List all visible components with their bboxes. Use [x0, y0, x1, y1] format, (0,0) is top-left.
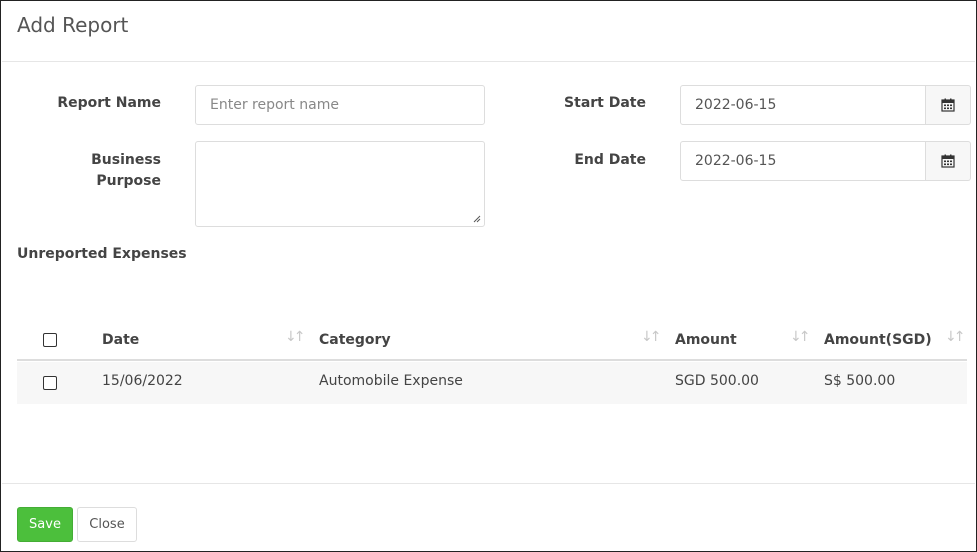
- column-header-date[interactable]: Date: [102, 332, 139, 348]
- calendar-icon: [941, 154, 955, 168]
- row-date: 15/06/2022: [102, 373, 183, 389]
- select-all-checkbox[interactable]: [43, 333, 57, 347]
- add-report-dialog: Add Report Report Name Enter report name…: [0, 0, 977, 552]
- sort-icon[interactable]: ↓↑: [285, 329, 306, 345]
- end-date-input[interactable]: 2022-06-15: [680, 141, 926, 181]
- sort-icon[interactable]: ↓↑: [945, 329, 966, 345]
- row-category: Automobile Expense: [319, 373, 463, 389]
- sort-icon[interactable]: ↓↑: [641, 329, 662, 345]
- column-header-category[interactable]: Category: [319, 332, 391, 348]
- calendar-icon: [941, 98, 955, 112]
- report-name-input[interactable]: Enter report name: [195, 85, 485, 125]
- close-button[interactable]: Close: [77, 507, 137, 542]
- save-button[interactable]: Save: [17, 507, 73, 542]
- column-header-amount[interactable]: Amount: [675, 332, 737, 348]
- end-date-label: End Date: [574, 152, 646, 168]
- footer-divider: [2, 483, 975, 484]
- header-divider: [2, 61, 975, 62]
- row-checkbox[interactable]: [43, 376, 57, 390]
- table-row[interactable]: 15/06/2022 Automobile Expense SGD 500.00…: [17, 362, 967, 404]
- start-date-label: Start Date: [564, 95, 646, 111]
- column-header-amount-sgd[interactable]: Amount(SGD): [824, 332, 932, 348]
- end-date-calendar-button[interactable]: [926, 141, 971, 181]
- start-date-input[interactable]: 2022-06-15: [680, 85, 926, 125]
- row-amount: SGD 500.00: [675, 373, 759, 389]
- report-name-label: Report Name: [57, 95, 161, 111]
- unreported-expenses-title: Unreported Expenses: [17, 246, 187, 262]
- dialog-title: Add Report: [17, 13, 129, 37]
- row-amount-sgd: S$ 500.00: [824, 373, 896, 389]
- business-purpose-textarea[interactable]: [195, 141, 485, 227]
- business-purpose-label: Business Purpose: [91, 152, 161, 189]
- expenses-table-header: Date ↓↑ Category ↓↑ Amount ↓↑ Amount(SGD…: [17, 323, 967, 361]
- resize-handle-icon[interactable]: [473, 215, 481, 223]
- start-date-calendar-button[interactable]: [926, 85, 971, 125]
- sort-icon[interactable]: ↓↑: [790, 329, 811, 345]
